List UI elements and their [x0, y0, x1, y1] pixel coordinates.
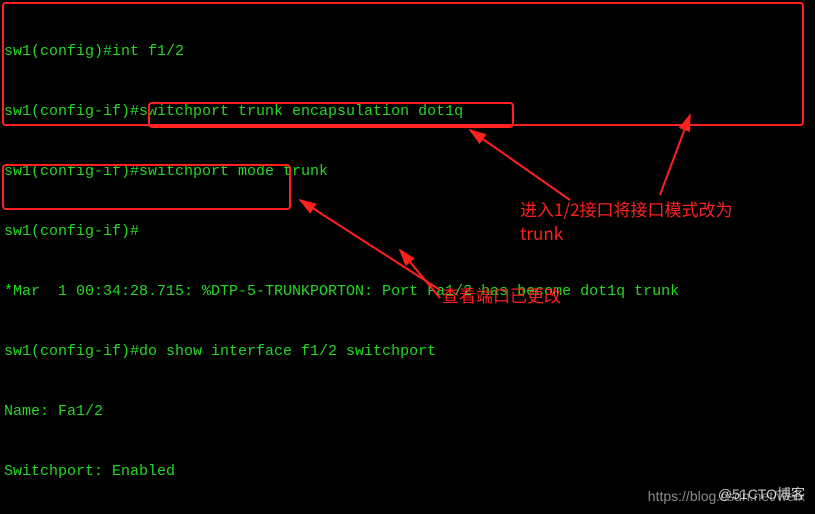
cli-line: sw1(config-if)#switchport trunk encapsul… [4, 103, 463, 120]
cli-line: Switchport: Enabled [4, 463, 175, 480]
terminal-output[interactable]: sw1(config)#int f1/2 sw1(config-if)#swit… [0, 0, 815, 514]
annotation-trunk-mode: 进入1/2接口将接口模式改为 [520, 196, 733, 221]
cli-line: sw1(config-if)# [4, 223, 139, 240]
cli-line: Name: Fa1/2 [4, 403, 103, 420]
annotation-trunk-word: trunk [520, 220, 563, 245]
watermark-51cto: @51CTO博客 [718, 484, 805, 504]
cli-line: sw1(config)#int f1/2 [4, 43, 184, 60]
cli-line: *Mar 1 00:34:28.715: %DTP-5-TRUNKPORTON:… [4, 283, 679, 300]
cli-line: sw1(config-if)#do show interface f1/2 sw… [4, 343, 436, 360]
cli-line: sw1(config-if)#switchport mode trunk [4, 163, 328, 180]
annotation-port-changed: 查看端口已更改 [442, 282, 561, 307]
